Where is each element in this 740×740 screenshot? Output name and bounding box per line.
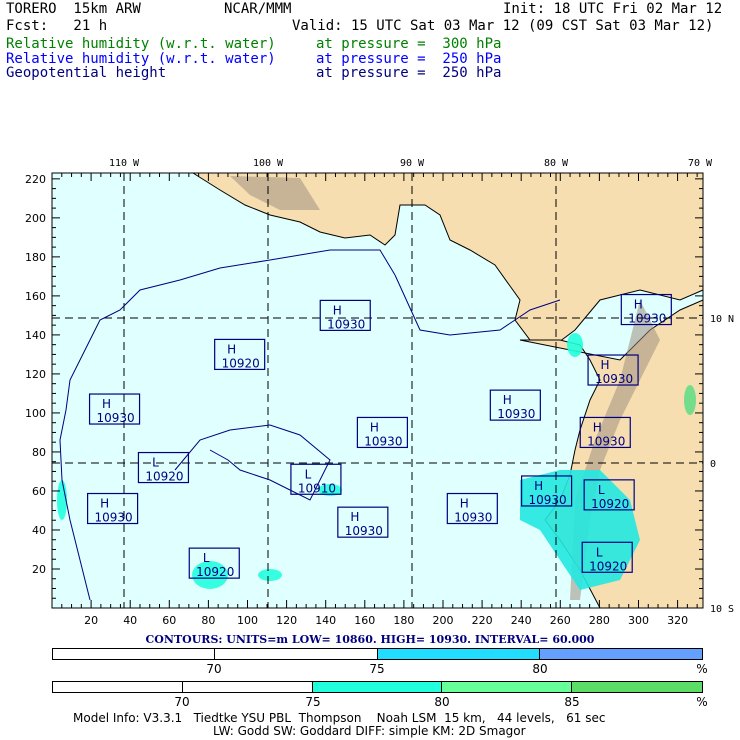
x-tick-label: 240 xyxy=(511,614,532,625)
x-tick-label: 100 xyxy=(237,614,258,625)
x-tick-label: 200 xyxy=(432,614,453,625)
y-tick-label: 40 xyxy=(32,524,46,537)
center-type: H xyxy=(601,358,610,372)
x-tick-label: 40 xyxy=(123,614,137,625)
x-tick-label: 20 xyxy=(84,614,98,625)
longitude-label: 110 W xyxy=(109,158,140,169)
center-value: 10920 xyxy=(196,565,234,579)
x-tick-label: 80 xyxy=(201,614,215,625)
x-tick-label: 300 xyxy=(628,614,649,625)
colorbar-1-label: 80 xyxy=(532,662,548,676)
colorbar-2-label: % xyxy=(696,695,708,709)
y-tick-label: 80 xyxy=(32,446,46,459)
colorbar-2-label: 70 xyxy=(174,695,190,709)
map-plot: 20 40 60 80 100 120 140 160 180 200 220 240 260 280 30… xyxy=(25,158,734,625)
longitude-label: 100 W xyxy=(253,158,284,169)
latitude-label: 10 S xyxy=(710,604,734,615)
y-tick-label: 140 xyxy=(25,329,46,342)
y-tick-label: 120 xyxy=(25,368,46,381)
center-value: 10910 xyxy=(298,481,336,495)
center-value: 10930 xyxy=(587,434,625,448)
center-value: 10930 xyxy=(595,372,633,386)
colorbar-1-seg-4 xyxy=(539,649,702,659)
colorbar-1-label: 75 xyxy=(369,662,385,676)
center-type: H xyxy=(370,420,379,434)
x-tick-label: 160 xyxy=(354,614,375,625)
center-value: 10920 xyxy=(145,470,183,484)
y-tick-label: 160 xyxy=(25,290,46,303)
y-tick-label: 220 xyxy=(25,173,46,186)
center-value: 10930 xyxy=(327,317,365,331)
x-tick-label: 140 xyxy=(315,614,336,625)
center-type: H xyxy=(593,420,602,434)
center-type: H xyxy=(227,342,236,356)
colorbar-2-label: 75 xyxy=(305,695,321,709)
colorbar-1-label: % xyxy=(696,662,708,676)
center-value: 10930 xyxy=(628,312,666,326)
y-tick-label: 100 xyxy=(25,407,46,420)
model-info-line-1: Model Info: V3.3.1 Tiedtke YSU PBL Thomp… xyxy=(73,711,606,725)
y-tick-label: 180 xyxy=(25,251,46,264)
center-value: 10920 xyxy=(589,559,627,573)
center-type: H xyxy=(333,303,342,317)
x-tick-label: 120 xyxy=(276,614,297,625)
colorbar-1-seg-3 xyxy=(377,649,540,659)
x-tick-label: 320 xyxy=(667,614,688,625)
y-tick-label: 200 xyxy=(25,212,46,225)
model-info-line-2: LW: Godd SW: Goddard DIFF: simple KM: 2D… xyxy=(213,724,526,738)
center-type: H xyxy=(460,497,469,511)
center-type: L xyxy=(305,467,312,481)
longitude-label: 90 W xyxy=(400,158,425,169)
center-type: L xyxy=(152,456,159,470)
colorbar-2-label: 85 xyxy=(564,695,580,709)
colorbar-2-seg-1 xyxy=(53,682,183,692)
center-value: 10930 xyxy=(96,411,134,425)
center-type: H xyxy=(503,393,512,407)
center-type: H xyxy=(350,510,359,524)
y-tick-label: 20 xyxy=(32,563,46,576)
center-value: 10920 xyxy=(222,356,260,370)
center-type: L xyxy=(596,545,603,559)
center-value: 10930 xyxy=(364,434,402,448)
center-type: L xyxy=(598,483,605,497)
x-tick-label: 280 xyxy=(589,614,610,625)
latitude-label: 0 xyxy=(710,459,716,470)
center-value: 10930 xyxy=(345,524,383,538)
center-type: H xyxy=(634,298,643,312)
colorbar-250hpa xyxy=(52,648,703,660)
colorbar-2-seg-2 xyxy=(183,682,313,692)
y-tick-label: 60 xyxy=(32,485,46,498)
center-type: H xyxy=(100,497,109,511)
longitude-label: 80 W xyxy=(544,158,569,169)
center-type: H xyxy=(102,397,111,411)
center-value: 10930 xyxy=(95,511,133,525)
colorbar-1-seg-1 xyxy=(53,649,216,659)
colorbar-2-seg-4 xyxy=(442,682,573,692)
colorbar-1-label: 70 xyxy=(206,662,222,676)
contour-info: CONTOURS: UNITS=m LOW= 10860. HIGH= 1093… xyxy=(145,633,595,646)
colorbar-300hpa xyxy=(52,681,703,693)
x-tick-label: 220 xyxy=(472,614,493,625)
center-value: 10930 xyxy=(454,511,492,525)
center-type: L xyxy=(203,551,210,565)
center-type: H xyxy=(534,479,543,493)
colorbar-2-label: 80 xyxy=(434,695,450,709)
colorbar-2-seg-3 xyxy=(312,682,443,692)
x-tick-label: 60 xyxy=(162,614,176,625)
colorbar-1-seg-2 xyxy=(215,649,378,659)
center-value: 10920 xyxy=(591,497,629,511)
colorbar-2-seg-5 xyxy=(572,682,702,692)
longitude-label: 70 W xyxy=(688,158,713,169)
center-value: 10930 xyxy=(497,407,535,421)
center-value: 10930 xyxy=(529,493,567,507)
x-tick-label: 260 xyxy=(550,614,571,625)
latitude-label: 10 N xyxy=(710,314,734,325)
x-tick-label: 180 xyxy=(393,614,414,625)
